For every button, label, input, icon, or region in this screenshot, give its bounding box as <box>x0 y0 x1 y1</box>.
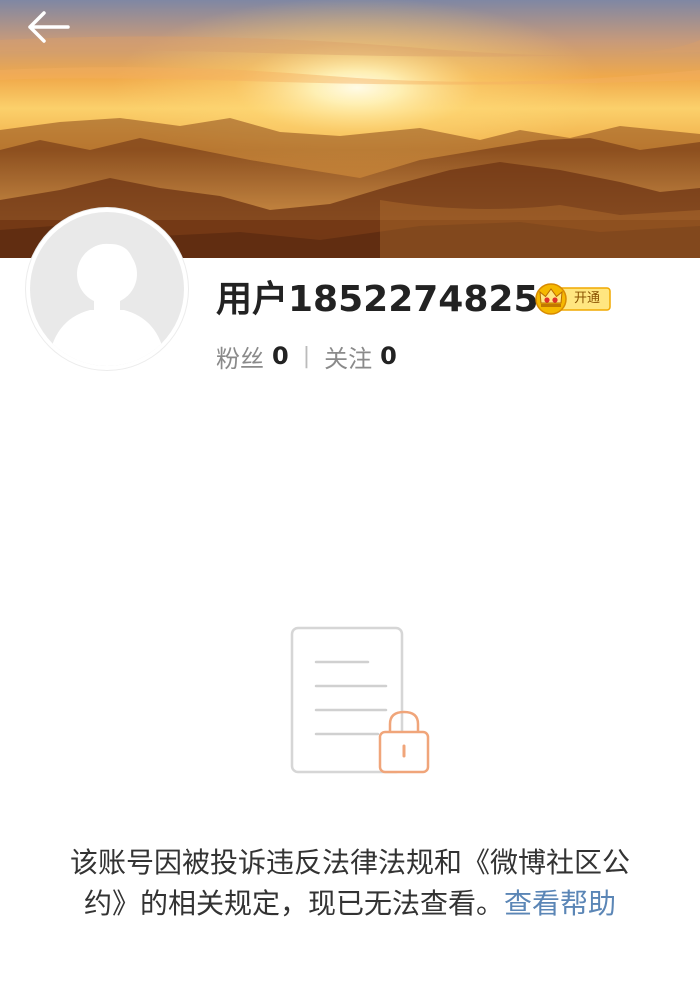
followers-count[interactable]: 粉丝 0 <box>216 339 289 374</box>
help-link[interactable]: 查看帮助 <box>504 887 616 920</box>
following-count[interactable]: 关注 0 <box>324 339 397 374</box>
locked-document-icon <box>286 624 434 778</box>
profile-page: 用户1852274825 开通 粉丝 0 | 关注 0 该账号因被投诉违反法律法… <box>0 0 700 1000</box>
stats-separator: | <box>302 343 311 369</box>
profile-stats: 粉丝 0 | 关注 0 <box>216 338 397 374</box>
following-label: 关注 <box>324 344 373 373</box>
back-button[interactable] <box>22 6 78 48</box>
crown-icon <box>535 283 567 315</box>
back-arrow-icon <box>28 11 70 43</box>
following-value: 0 <box>380 342 397 370</box>
avatar[interactable] <box>26 208 188 370</box>
vip-badge-label: 开通 <box>573 291 600 306</box>
default-avatar-icon <box>30 212 184 366</box>
followers-value: 0 <box>272 342 289 370</box>
username: 用户1852274825 <box>216 279 539 320</box>
followers-label: 粉丝 <box>216 344 264 373</box>
vip-open-badge[interactable]: 开通 <box>534 282 612 316</box>
account-blocked-message: 该账号因被投诉违反法律法规和《微博社区公约》的相关规定，现已无法查看。查看帮助 <box>70 842 630 924</box>
